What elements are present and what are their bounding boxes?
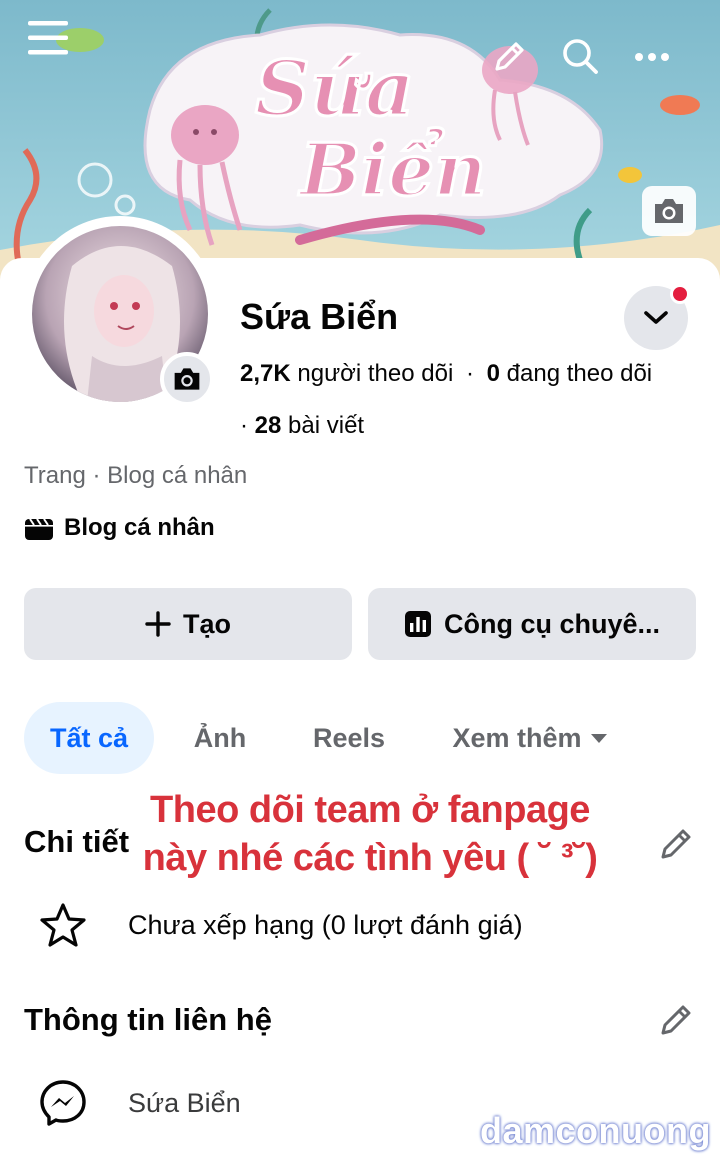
messenger-row[interactable]: Sứa Biển: [38, 1078, 241, 1128]
notification-dot: [670, 284, 690, 304]
messenger-icon-wrap: [38, 1078, 88, 1128]
details-title: Chi tiết: [24, 824, 130, 859]
star-icon-wrap: [38, 900, 88, 950]
promo-line-1: Theo dõi team ở fanpage: [150, 789, 590, 831]
pencil-icon: [661, 1005, 691, 1035]
camera-icon: [174, 368, 200, 390]
edit-contact-button[interactable]: [656, 1000, 696, 1040]
professional-tools-button[interactable]: Công cụ chuyê...: [368, 588, 696, 660]
clapperboard-icon: [25, 518, 53, 540]
contact-info-title: Thông tin liên hệ: [24, 1002, 272, 1037]
camera-icon: [655, 199, 683, 223]
create-button[interactable]: Tạo: [24, 588, 352, 660]
cover-camera-button[interactable]: [642, 186, 696, 236]
promo-overlay-text: Theo dõi team ở fanpage này nhé các tình…: [130, 786, 610, 882]
following-count[interactable]: 0: [487, 360, 500, 387]
separator-dot: ·: [465, 360, 474, 387]
more-dots-icon: [635, 53, 669, 61]
posts-count: 28: [254, 412, 282, 439]
messenger-text: Sứa Biển: [128, 1087, 241, 1118]
edit-cover-button[interactable]: [486, 34, 532, 80]
page-name: Sứa Biển: [240, 296, 399, 337]
plus-icon: [145, 611, 171, 637]
tab-reels[interactable]: Reels: [300, 702, 398, 774]
search-icon: [563, 39, 598, 74]
pencil-icon: [495, 42, 524, 71]
more-options-button[interactable]: [628, 34, 676, 80]
cover-title-line2: Biển: [298, 126, 486, 212]
followers-count[interactable]: 2,7K: [240, 360, 291, 387]
search-button[interactable]: [556, 32, 604, 80]
tab-see-more[interactable]: Xem thêm: [440, 702, 620, 774]
posts-line: · 28 bài viết: [240, 412, 364, 440]
hamburger-icon: [28, 21, 68, 55]
avatar-camera-button[interactable]: [160, 352, 214, 406]
tab-see-more-label: Xem thêm: [452, 722, 582, 753]
rating-row: Chưa xếp hạng (0 lượt đánh giá): [38, 900, 523, 950]
edit-details-button[interactable]: [656, 824, 696, 864]
posts-label: bài viết: [288, 412, 365, 439]
following-label[interactable]: đang theo dõi: [507, 360, 652, 387]
tab-all[interactable]: Tất cả: [24, 702, 154, 774]
create-label: Tạo: [182, 608, 231, 639]
bar-chart-icon: [404, 611, 431, 637]
watermark: damconuong: [480, 1110, 711, 1151]
blog-category-row: Blog cá nhân: [24, 514, 215, 542]
stats-line: 2,7K người theo dõi · 0 đang theo dõi: [240, 360, 652, 388]
tools-label: Công cụ chuyê...: [443, 608, 661, 639]
star-icon: [40, 903, 86, 947]
promo-line-2: này nhé các tình yêu ( ˘ ³˘): [142, 837, 598, 879]
blog-label: Blog cá nhân: [64, 514, 215, 541]
menu-button[interactable]: [22, 14, 74, 62]
posts-prefix: ·: [240, 412, 248, 439]
chevron-down-icon: [644, 311, 668, 324]
tab-photos[interactable]: Ảnh: [180, 702, 260, 774]
rating-text: Chưa xếp hạng (0 lượt đánh giá): [128, 909, 523, 940]
caret-down-icon: [590, 734, 607, 743]
followers-label[interactable]: người theo dõi: [297, 360, 453, 387]
page-category: Trang · Blog cá nhân: [24, 462, 248, 489]
cover-title-line1: Sứa: [255, 44, 414, 133]
pencil-icon: [661, 829, 691, 859]
messenger-icon: [40, 1080, 86, 1126]
